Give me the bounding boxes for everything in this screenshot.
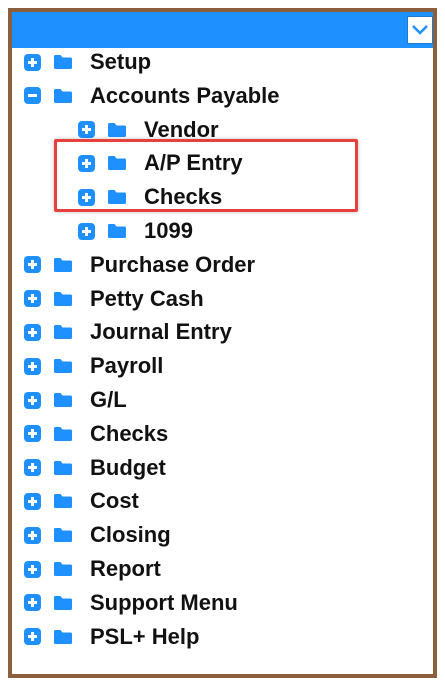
expand-icon[interactable] <box>78 222 95 240</box>
folder-icon <box>54 88 72 103</box>
expand-icon[interactable] <box>24 290 41 308</box>
tree-item-label: Journal Entry <box>90 319 232 345</box>
tree-item-1099[interactable]: 1099 <box>78 216 193 246</box>
collapse-icon[interactable] <box>24 87 41 105</box>
tree-item-psl-help[interactable]: PSL+ Help <box>24 622 199 652</box>
tree-item-payroll[interactable]: Payroll <box>24 351 163 381</box>
expand-icon[interactable] <box>24 628 41 646</box>
tree-item-label: Petty Cash <box>90 285 204 311</box>
expand-icon[interactable] <box>24 357 41 375</box>
highlight-box <box>54 139 358 212</box>
expand-icon[interactable] <box>24 492 41 510</box>
expand-icon[interactable] <box>24 459 41 477</box>
folder-icon <box>54 460 72 475</box>
tree-item-closing[interactable]: Closing <box>24 520 171 550</box>
tree-item-journal-entry[interactable]: Journal Entry <box>24 317 232 347</box>
tree-item-label: PSL+ Help <box>90 623 200 649</box>
folder-icon <box>54 257 72 272</box>
tree-item-label: Closing <box>90 522 171 548</box>
folder-icon <box>54 426 72 441</box>
tree-item-g-l[interactable]: G/L <box>24 385 127 415</box>
folder-icon <box>54 528 72 543</box>
tree-item-label: Budget <box>90 454 166 480</box>
tree-item-label: Support Menu <box>90 589 238 615</box>
folder-icon <box>54 55 72 69</box>
folder-icon <box>54 393 72 407</box>
expand-icon[interactable] <box>24 391 41 409</box>
folder-icon <box>108 224 126 238</box>
menu-header <box>12 12 433 48</box>
expand-icon[interactable] <box>24 594 41 612</box>
folder-icon <box>54 325 72 340</box>
dropdown-button[interactable] <box>407 16 433 44</box>
expand-icon[interactable] <box>24 526 41 544</box>
folder-icon <box>54 629 72 644</box>
chevron-down-icon <box>412 25 428 35</box>
folder-icon <box>54 494 72 509</box>
tree-item-label: Report <box>90 556 161 581</box>
tree-item-label: Setup <box>90 49 152 74</box>
expand-icon[interactable] <box>24 425 41 443</box>
tree-item-purchase-order[interactable]: Purchase Order <box>24 250 255 280</box>
expand-icon[interactable] <box>24 256 41 274</box>
folder-icon <box>108 122 126 137</box>
tree-item-checks[interactable]: Checks <box>24 419 168 449</box>
tree-item-label: Cost <box>90 488 139 514</box>
folder-icon <box>54 291 72 306</box>
expand-icon[interactable] <box>24 323 41 341</box>
folder-icon <box>54 562 72 576</box>
expand-icon[interactable] <box>24 53 41 71</box>
tree-item-cost[interactable]: Cost <box>24 486 139 516</box>
tree-item-accounts-payable[interactable]: Accounts Payable <box>24 81 280 111</box>
tree-item-petty-cash[interactable]: Petty Cash <box>24 284 204 314</box>
tree-item-label: Checks <box>90 420 169 446</box>
tree-item-label: Purchase Order <box>90 251 256 277</box>
folder-icon <box>54 359 72 374</box>
expand-icon[interactable] <box>78 121 95 139</box>
folder-icon <box>54 595 72 610</box>
tree-item-setup[interactable]: Setup <box>24 47 151 77</box>
tree-item-label: G/L <box>90 387 127 412</box>
menu-panel: Setup Accounts Payable Vendor A/P Entry Chec… <box>8 8 437 678</box>
tree-item-label: Payroll <box>90 353 164 379</box>
tree-item-budget[interactable]: Budget <box>24 453 166 483</box>
tree-item-report[interactable]: Report <box>24 554 161 584</box>
tree-item-label: 1099 <box>144 218 193 243</box>
tree-item-label: Accounts Payable <box>90 82 280 108</box>
tree-item-support-menu[interactable]: Support Menu <box>24 588 238 618</box>
expand-icon[interactable] <box>24 560 41 578</box>
